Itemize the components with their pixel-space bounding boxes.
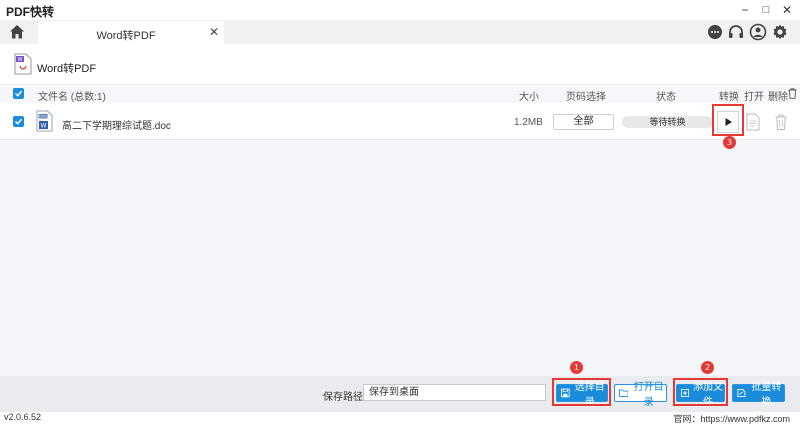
batch-convert-label: 批量转换 (751, 382, 782, 408)
version-label: v2.0.6.52 (4, 412, 42, 422)
file-size: 1.2MB (514, 117, 543, 128)
open-directory-button[interactable]: 打开目录 (614, 382, 667, 408)
save-path-label: 保存路径: (323, 392, 366, 403)
annotation-badge-3: 3 (723, 136, 736, 149)
table-row[interactable]: DOC W 高二下学期理综试题.doc 1.2MB 全部 等待转换 (0, 103, 800, 140)
delete-all-icon[interactable] (788, 88, 797, 102)
save-path-field[interactable]: 保存到桌面 (363, 384, 546, 401)
svg-text:W: W (41, 123, 47, 130)
annotation-badge-2: 2 (701, 361, 714, 374)
column-open: 打开 (744, 92, 764, 103)
annotation-box-convert (712, 104, 744, 136)
svg-text:DOC: DOC (39, 115, 48, 119)
headset-icon[interactable] (727, 23, 745, 41)
home-icon[interactable] (8, 23, 26, 41)
column-size: 大小 (519, 92, 539, 103)
file-list-header: 文件名 (总数:1) 大小 页码选择 状态 转换 打开 删除 (0, 85, 800, 103)
tab-bar: Word转PDF ✕ (0, 20, 800, 44)
close-window-button[interactable]: ✕ (777, 0, 797, 20)
maximize-button[interactable]: □ (756, 0, 776, 20)
word-to-pdf-icon: W (14, 53, 32, 75)
status-badge: 等待转换 (622, 116, 713, 128)
status-bar: v2.0.6.52 官网：https://www.pdfkz.com (0, 412, 800, 424)
column-pages: 页码选择 (566, 92, 606, 103)
select-all-checkbox[interactable] (13, 88, 24, 99)
file-list-empty-area (0, 140, 800, 376)
user-icon[interactable] (749, 23, 767, 41)
title-bar: PDF快转 − □ ✕ (0, 0, 800, 20)
tab-label: Word转PDF (96, 30, 156, 42)
website-link[interactable]: 官网：https://www.pdfkz.com (673, 412, 790, 424)
tab-close-icon[interactable]: ✕ (209, 25, 219, 39)
page-range-button[interactable]: 全部 (553, 114, 614, 130)
svg-text:W: W (18, 57, 23, 63)
annotation-box-add-file (673, 378, 728, 406)
annotation-badge-1: 1 (570, 361, 583, 374)
tab-word-to-pdf[interactable]: Word转PDF ✕ (38, 21, 224, 44)
batch-convert-button[interactable]: 批量转换 (732, 382, 785, 408)
annotation-box-select-directory (552, 378, 611, 406)
column-convert: 转换 (719, 92, 739, 103)
minimize-button[interactable]: − (735, 0, 755, 20)
doc-file-icon: DOC W (36, 110, 53, 132)
column-status: 状态 (656, 92, 676, 103)
open-file-icon[interactable] (746, 113, 760, 131)
chat-icon[interactable] (706, 23, 724, 41)
convert-icon (737, 389, 746, 397)
folder-icon (619, 389, 629, 397)
panel-header: W Word转PDF (0, 44, 800, 85)
file-name: 高二下学期理综试题.doc (62, 121, 171, 132)
open-directory-label: 打开目录 (633, 382, 664, 408)
panel-title: Word转PDF (37, 63, 97, 75)
gear-icon[interactable] (771, 23, 789, 41)
delete-file-icon[interactable] (774, 113, 788, 131)
column-name: 文件名 (总数:1) (38, 92, 106, 103)
file-checkbox[interactable] (13, 116, 24, 127)
app-title: PDF快转 (6, 5, 55, 19)
save-path-value: 保存到桌面 (369, 387, 419, 398)
column-delete: 删除 (768, 92, 788, 103)
